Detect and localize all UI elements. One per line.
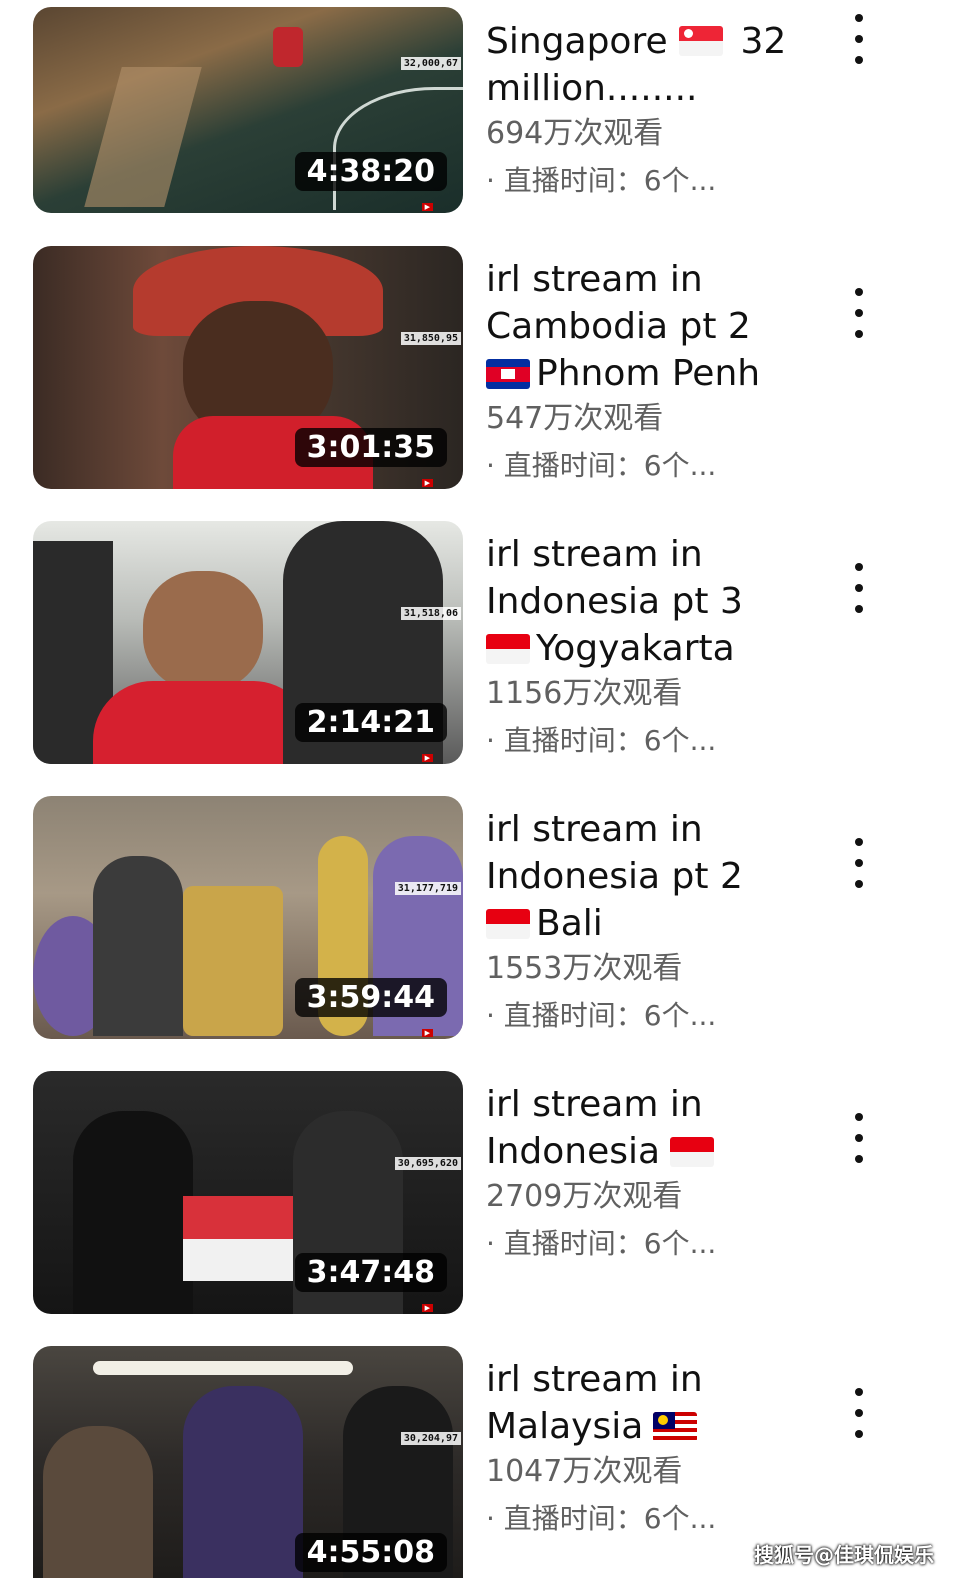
stream-time: · 直播时间：6个... xyxy=(486,724,717,757)
video-item[interactable]: 32,000,67 4:38:20 ▶ Singapore 32 million… xyxy=(0,0,960,215)
video-thumbnail[interactable]: 30,204,97 4:55:08 xyxy=(33,1346,463,1578)
video-duration: 2:14:21 xyxy=(294,703,447,742)
malaysia-flag-icon xyxy=(653,1412,698,1442)
indonesia-flag-icon xyxy=(486,909,530,939)
singapore-flag-icon xyxy=(679,26,724,56)
video-thumbnail[interactable]: 30,695,620 3:47:48 ▶ xyxy=(33,1071,463,1314)
channel-tag: ▶ xyxy=(421,203,433,211)
video-title[interactable]: Singapore 32 million........ xyxy=(486,18,826,112)
video-info: irl stream in Indonesia pt 2 Bali 1553万次… xyxy=(486,806,826,1039)
viewer-counter: 31,177,719 xyxy=(394,882,461,895)
title-line: Malaysia xyxy=(486,1406,644,1447)
channel-tag: ▶ xyxy=(421,479,433,487)
channel-tag: ▶ xyxy=(421,754,433,762)
stream-time: · 直播时间：6个... xyxy=(486,1227,717,1260)
view-count: 1553万次观看 xyxy=(486,951,683,986)
video-title[interactable]: irl stream in Cambodia pt 2 Phnom Penh xyxy=(486,256,826,397)
thumbnail-figure xyxy=(183,1386,303,1578)
video-info: irl stream in Cambodia pt 2 Phnom Penh 5… xyxy=(486,256,826,489)
title-line: Indonesia xyxy=(486,1131,661,1172)
view-count: 1047万次观看 xyxy=(486,1454,683,1489)
video-title[interactable]: irl stream in Indonesia xyxy=(486,1081,826,1175)
viewer-counter: 31,518,06 xyxy=(400,607,461,620)
video-thumbnail[interactable]: 31,850,95 3:01:35 ▶ xyxy=(33,246,463,489)
stream-time: · 直播时间：6个... xyxy=(486,449,717,482)
video-item[interactable]: 31,177,719 3:59:44 ▶ irl stream in Indon… xyxy=(0,796,960,1041)
view-count: 694万次观看 xyxy=(486,116,664,151)
stream-time: · 直播时间：6个... xyxy=(486,999,717,1032)
title-line: Indonesia pt 3 xyxy=(486,581,743,622)
title-line: Indonesia pt 2 xyxy=(486,856,743,897)
stream-time: · 直播时间：6个... xyxy=(486,1502,717,1535)
channel-tag: ▶ xyxy=(421,1029,433,1037)
cambodia-flag-icon xyxy=(486,359,530,389)
video-info: irl stream in Malaysia 1047万次观看 · 直播时间：6… xyxy=(486,1356,826,1542)
video-thumbnail[interactable]: 32,000,67 4:38:20 ▶ xyxy=(33,7,463,213)
view-count: 1156万次观看 xyxy=(486,676,683,711)
view-count: 547万次观看 xyxy=(486,401,664,436)
channel-tag: ▶ xyxy=(421,1304,433,1312)
view-count: 2709万次观看 xyxy=(486,1179,683,1214)
video-info: irl stream in Indonesia 2709万次观看 · 直播时间：… xyxy=(486,1081,826,1267)
video-title[interactable]: irl stream in Indonesia pt 2 Bali xyxy=(486,806,826,947)
video-title[interactable]: irl stream in Malaysia xyxy=(486,1356,826,1450)
video-thumbnail[interactable]: 31,518,06 2:14:21 ▶ xyxy=(33,521,463,764)
title-line: Singapore xyxy=(486,21,680,62)
thumbnail-figure xyxy=(93,856,183,1036)
video-item[interactable]: 31,518,06 2:14:21 ▶ irl stream in Indone… xyxy=(0,521,960,766)
video-duration: 3:01:35 xyxy=(294,428,447,467)
thumbnail-figure xyxy=(73,1111,193,1314)
stream-time: · 直播时间：6个... xyxy=(486,164,717,197)
thumbnail-flag xyxy=(183,1196,298,1281)
video-duration: 3:59:44 xyxy=(294,978,447,1017)
title-line: Phnom Penh xyxy=(536,353,761,394)
video-duration: 4:55:08 xyxy=(294,1533,447,1572)
video-item[interactable]: 31,850,95 3:01:35 ▶ irl stream in Cambod… xyxy=(0,246,960,491)
video-item[interactable]: 30,695,620 3:47:48 ▶ irl stream in Indon… xyxy=(0,1071,960,1316)
title-line: Yogyakarta xyxy=(536,628,735,669)
more-vert-icon[interactable] xyxy=(844,14,874,64)
viewer-counter: 30,695,620 xyxy=(394,1157,461,1170)
thumbnail-light xyxy=(93,1361,353,1375)
viewer-counter: 32,000,67 xyxy=(400,57,461,70)
video-info: Singapore 32 million........ 694万次观看 · 直… xyxy=(486,18,826,204)
viewer-counter: 31,850,95 xyxy=(400,332,461,345)
video-title[interactable]: irl stream in Indonesia pt 3 Yogyakarta xyxy=(486,531,826,672)
title-line: irl stream in xyxy=(486,534,703,575)
title-line: million........ xyxy=(486,68,698,109)
thumbnail-throne xyxy=(183,886,283,1036)
more-vert-icon[interactable] xyxy=(844,288,874,338)
title-line: irl stream in xyxy=(486,1084,703,1125)
more-vert-icon[interactable] xyxy=(844,563,874,613)
thumbnail-figure xyxy=(273,27,303,67)
video-duration: 3:47:48 xyxy=(294,1253,447,1292)
thumbnail-shirt xyxy=(93,681,313,764)
indonesia-flag-icon xyxy=(486,634,530,664)
thumbnail-face xyxy=(143,571,263,691)
more-vert-icon[interactable] xyxy=(844,838,874,888)
viewer-counter: 30,204,97 xyxy=(400,1432,461,1445)
title-line: Cambodia pt 2 xyxy=(486,306,751,347)
video-thumbnail[interactable]: 31,177,719 3:59:44 ▶ xyxy=(33,796,463,1039)
title-line: irl stream in xyxy=(486,259,703,300)
watermark: 搜狐号@佳琪侃娱乐 xyxy=(754,1543,934,1567)
indonesia-flag-icon xyxy=(670,1137,715,1167)
more-vert-icon[interactable] xyxy=(844,1113,874,1163)
video-duration: 4:38:20 xyxy=(294,152,447,191)
title-line: 32 xyxy=(740,21,787,62)
title-line: Bali xyxy=(536,903,603,944)
title-line: irl stream in xyxy=(486,809,703,850)
title-line: irl stream in xyxy=(486,1359,703,1400)
thumbnail-figure xyxy=(43,1426,153,1578)
more-vert-icon[interactable] xyxy=(844,1388,874,1438)
video-info: irl stream in Indonesia pt 3 Yogyakarta … xyxy=(486,531,826,764)
